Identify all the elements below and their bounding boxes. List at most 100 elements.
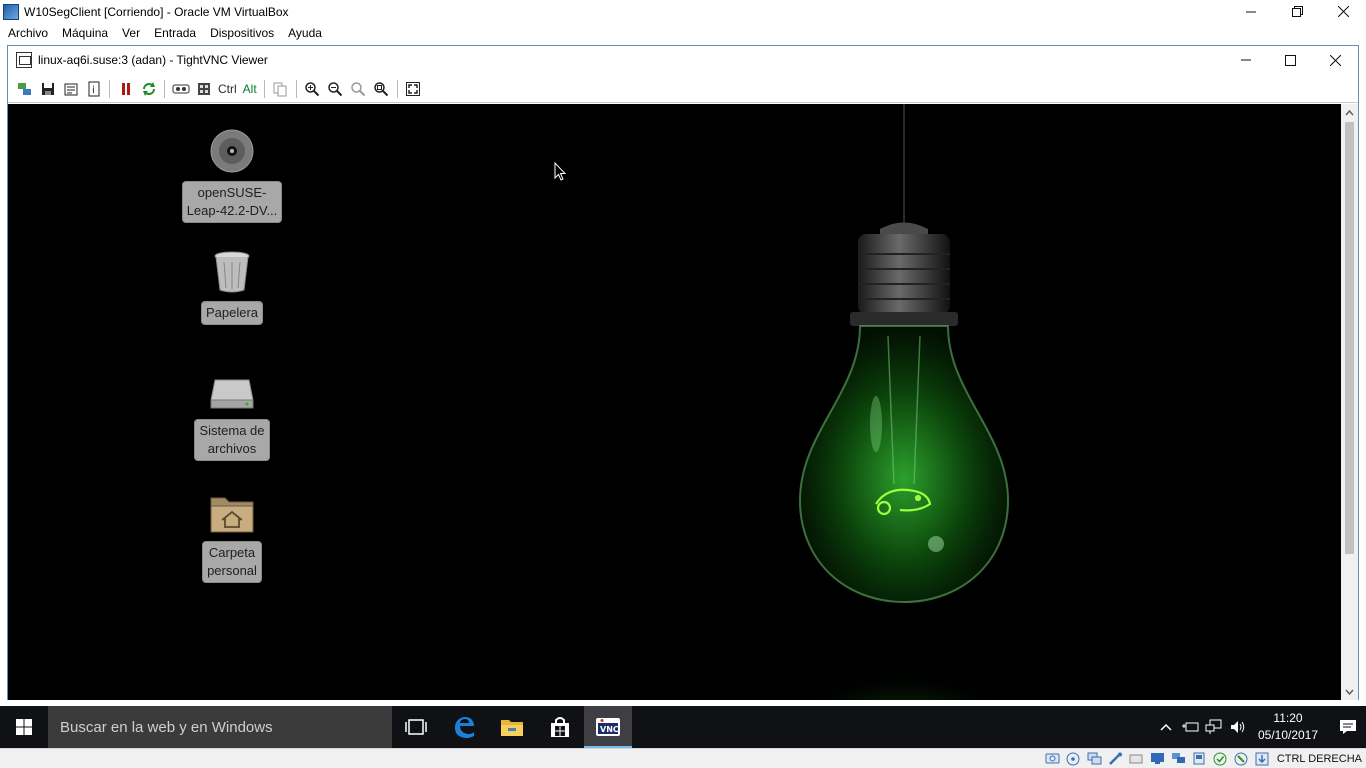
desktop-icon-label: Carpeta personal [203,542,261,582]
info-icon: i [88,81,99,96]
vbox-window-title: W10SegClient [Corriendo] - Oracle VM Vir… [24,4,289,19]
menu-ayuda[interactable]: Ayuda [281,23,329,44]
refresh-button[interactable] [137,78,160,100]
vnc-window-title: linux-aq6i.suse:3 (adan) - TightVNC View… [38,53,268,67]
taskbar-store-button[interactable] [536,706,584,748]
mouse-cursor-icon [554,162,566,181]
mouse-integration-status-icon[interactable] [1233,752,1249,766]
label-line: Papelera [205,305,259,320]
clock-time: 11:20 [1273,711,1303,725]
optical-disc-icon [210,129,254,173]
zoom-auto-button[interactable] [370,78,393,100]
display-status-icon[interactable] [1170,752,1186,766]
chevron-up-icon [1160,723,1172,731]
optical-drive-status-icon[interactable] [1065,752,1081,766]
vnc-close-button[interactable] [1313,46,1358,74]
windows-taskbar: Buscar en la web y en Windows VNC 11:20 … [0,706,1366,748]
label-line: Carpeta [208,545,256,560]
start-button[interactable] [0,706,48,748]
vnc-maximize-button[interactable] [1268,46,1313,74]
minimize-icon [1246,11,1256,12]
recording-status-icon[interactable] [1191,752,1207,766]
taskbar-search-box[interactable]: Buscar en la web y en Windows [48,706,392,748]
scroll-down-icon[interactable] [1341,683,1358,700]
volume-tray-button[interactable] [1226,706,1250,748]
network-tray-button[interactable] [1202,706,1226,748]
new-connection-button[interactable] [13,78,36,100]
vnc-minimize-button[interactable] [1223,46,1268,74]
taskbar-edge-button[interactable] [440,706,488,748]
connection-info-button[interactable]: i [82,78,105,100]
toolbar-separator [109,79,110,98]
fullscreen-button[interactable] [402,78,425,100]
taskbar-clock[interactable]: 11:20 05/10/2017 [1250,710,1326,744]
vbox-window-controls [1228,0,1366,23]
minimize-button[interactable] [1228,0,1274,23]
hard-disk-status-icon[interactable] [1044,752,1060,766]
shared-folders-status-icon[interactable] [1149,752,1165,766]
battery-plug-icon [1182,722,1199,732]
zoom-in-button[interactable] [301,78,324,100]
label-line: archivos [207,441,257,456]
new-connection-icon [17,82,31,95]
options-button[interactable] [59,78,82,100]
store-icon [551,717,569,737]
ctrl-key-button[interactable]: Ctrl [215,78,240,100]
network-icon [1205,719,1222,734]
minimize-icon [1240,59,1251,61]
network-status-icon[interactable] [1107,752,1123,766]
vertical-scrollbar[interactable] [1341,104,1358,700]
usb-status-icon[interactable] [1128,752,1144,766]
keyboard-capture-status-icon[interactable] [1254,752,1270,766]
toolbar-separator [396,79,398,98]
tightvnc-icon: VNC [596,718,620,736]
label-line: openSUSE- [197,185,267,200]
pause-button[interactable] [114,78,137,100]
scrollbar-thumb[interactable] [1345,122,1354,554]
menu-entrada[interactable]: Entrada [147,23,203,44]
scroll-up-icon[interactable] [1341,104,1358,121]
alt-key-button[interactable]: Alt [240,78,260,100]
desktop-icon-opensuse-dvd[interactable]: openSUSE- Leap-42.2-DV... [177,128,287,222]
tightvnc-app-icon [16,52,32,68]
menu-maquina[interactable]: Máquina [55,23,115,44]
cpu-status-icon[interactable] [1212,752,1228,766]
toolbar-separator [164,79,165,98]
action-center-button[interactable] [1336,706,1360,748]
vnc-toolbar: i Ctrl Alt [8,75,1358,103]
volume-icon [1231,721,1245,733]
menu-dispositivos[interactable]: Dispositivos [203,23,281,44]
taskbar-explorer-button[interactable] [488,706,536,748]
close-button[interactable] [1320,0,1366,23]
remote-desktop[interactable]: openSUSE- Leap-42.2-DV... Papelera Siste… [8,104,1342,700]
trash-icon [214,251,250,293]
task-view-icon [405,719,427,735]
save-session-button[interactable] [36,78,59,100]
audio-status-icon[interactable] [1086,752,1102,766]
desktop-icon-home-folder[interactable]: Carpeta personal [177,492,287,582]
ctrl-esc-button[interactable] [192,78,215,100]
restore-button[interactable] [1274,0,1320,23]
ctrl-alt-del-button[interactable] [169,78,192,100]
task-view-button[interactable] [392,706,440,748]
menu-archivo[interactable]: Archivo [1,23,55,44]
svg-text:i: i [92,85,95,96]
zoom-100-button[interactable] [347,78,370,100]
label-line: Sistema de [199,423,265,438]
vbox-menubar: Archivo Máquina Ver Entrada Dispositivos… [0,23,1366,44]
zoom-out-button[interactable] [324,78,347,100]
transfer-files-icon [273,82,287,96]
menu-ver[interactable]: Ver [115,23,147,44]
label-line: Leap-42.2-DV... [186,203,278,218]
show-hidden-icons-button[interactable] [1154,706,1178,748]
file-explorer-icon [501,720,523,736]
host-key-label: CTRL DERECHA [1276,752,1362,765]
label-line: personal [207,563,257,578]
transfer-files-button[interactable] [269,78,292,100]
desktop-icon-trash[interactable]: Papelera [177,250,287,324]
taskbar-tightvnc-button[interactable]: VNC [584,706,632,748]
clock-date: 05/10/2017 [1257,728,1319,742]
power-tray-button[interactable] [1178,706,1202,748]
zoom-in-icon [305,81,320,96]
desktop-icon-filesystem[interactable]: Sistema de archivos [177,372,287,460]
